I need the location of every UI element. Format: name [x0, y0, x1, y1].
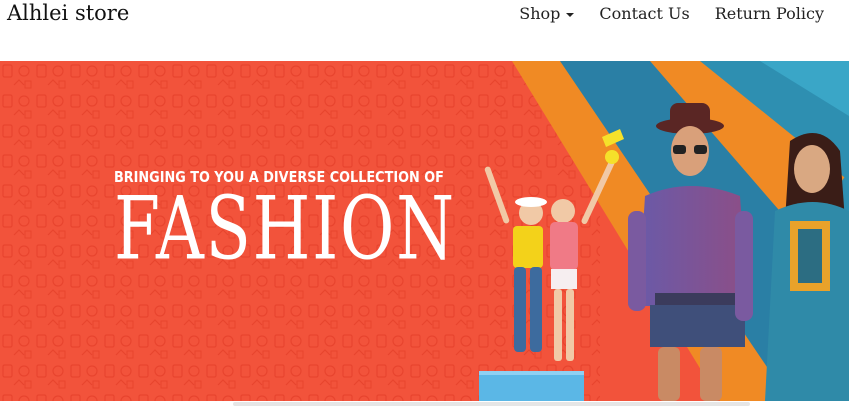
- nav-return-policy[interactable]: Return Policy: [715, 4, 824, 23]
- nav-shop-dropdown[interactable]: Shop: [519, 4, 575, 23]
- main-nav: Shop Contact Us Return Policy: [494, 4, 824, 23]
- chevron-down-icon: [566, 12, 575, 17]
- top-navbar: Alhlei store Shop Contact Us Return Poli…: [0, 0, 849, 61]
- banner-headline: FASHION: [114, 179, 456, 280]
- hero-banner[interactable]: BRINGING TO YOU A DIVERSE COLLECTION OF …: [0, 61, 849, 401]
- content-edge: [233, 402, 750, 406]
- brand-logo[interactable]: Alhlei store: [7, 1, 129, 25]
- nav-shop-label: Shop: [519, 4, 561, 23]
- nav-contact-us[interactable]: Contact Us: [599, 4, 689, 23]
